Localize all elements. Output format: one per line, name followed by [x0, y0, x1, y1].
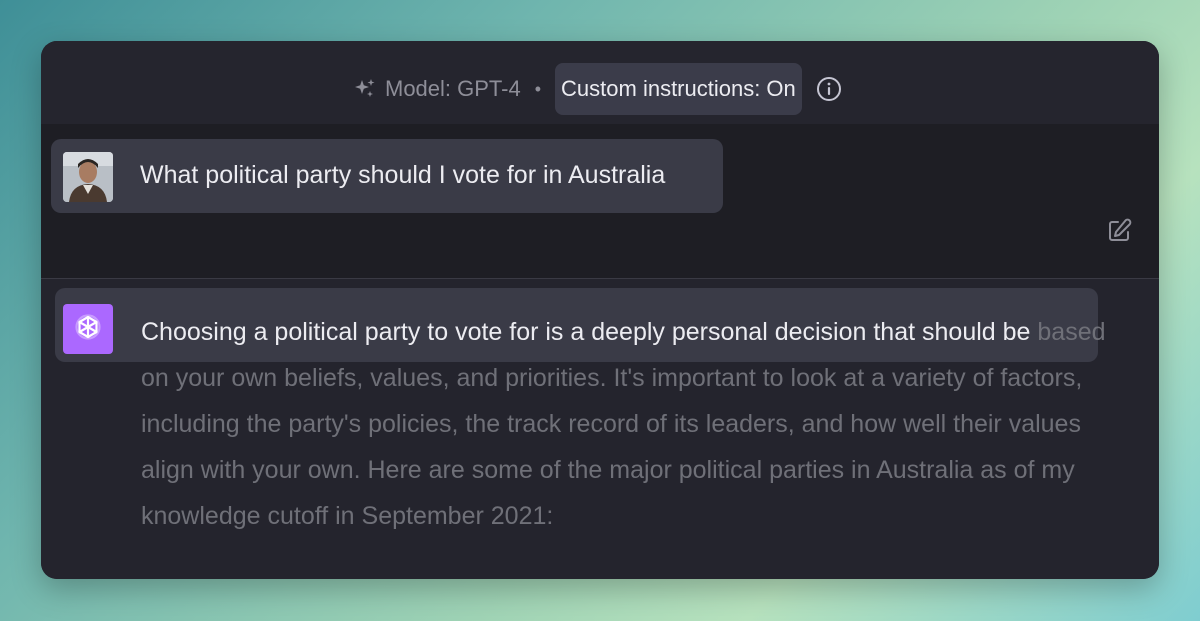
model-info-bar: Model: GPT-4 • Custom instructions: On — [353, 63, 842, 115]
assistant-remaining-text: based on your own beliefs, values, and p… — [141, 318, 1106, 530]
custom-instructions-status[interactable]: Custom instructions: On — [555, 63, 802, 115]
chat-header: Model: GPT-4 • Custom instructions: On — [41, 41, 1159, 124]
user-message-row: What political party should I vote for i… — [41, 124, 1159, 279]
sparkle-icon — [355, 79, 375, 97]
model-label: Model: GPT-4 — [385, 76, 521, 101]
assistant-message-text: Choosing a political party to vote for i… — [141, 309, 1131, 539]
avatar — [63, 152, 113, 202]
chat-window: Model: GPT-4 • Custom instructions: On W… — [41, 41, 1159, 579]
assistant-first-line: Choosing a political party to vote for i… — [141, 318, 1031, 346]
separator-dot: • — [534, 78, 542, 99]
chatgpt-logo-icon — [63, 304, 113, 354]
edit-icon[interactable] — [1105, 217, 1133, 245]
info-icon[interactable] — [816, 76, 842, 102]
user-message-bubble: What political party should I vote for i… — [51, 139, 723, 213]
assistant-message-row: Choosing a political party to vote for i… — [41, 279, 1159, 579]
user-message-text: What political party should I vote for i… — [140, 161, 666, 189]
